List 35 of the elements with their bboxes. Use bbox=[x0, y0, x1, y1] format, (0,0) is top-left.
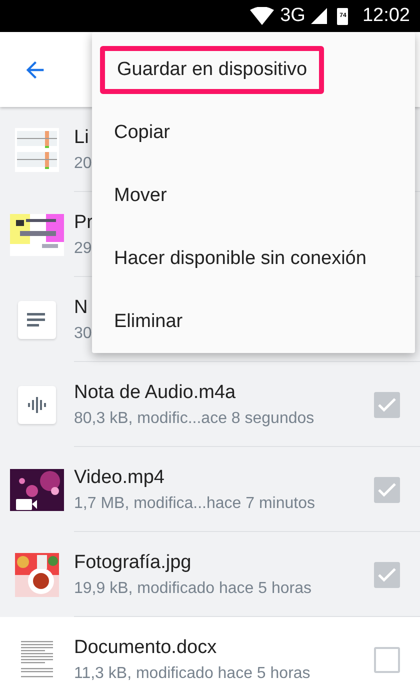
file-name: Pr bbox=[74, 212, 93, 234]
checkbox[interactable] bbox=[374, 646, 400, 672]
file-details: 29 bbox=[74, 240, 92, 258]
wifi-icon bbox=[250, 7, 274, 25]
file-details: 11,3 kB, modificado hace 5 horas bbox=[74, 664, 310, 682]
file-name: Video.mp4 bbox=[74, 466, 164, 488]
file-name: Fotografía.jpg bbox=[74, 552, 192, 574]
file-row[interactable]: Video.mp4 1,7 MB, modifica...hace 7 minutos bbox=[0, 447, 420, 532]
check-icon bbox=[378, 568, 396, 582]
file-row[interactable]: Nota de Audio.m4a 80,3 kB, modific...ace 8 segundos bbox=[0, 362, 420, 447]
file-name: Documento.docx bbox=[74, 636, 217, 658]
file-details: 19,9 kB, modificado hace 5 horas bbox=[74, 580, 312, 598]
checkbox[interactable] bbox=[374, 392, 400, 418]
signal-icon bbox=[311, 8, 328, 24]
menu-item[interactable]: Eliminar bbox=[100, 302, 197, 340]
checkbox[interactable] bbox=[374, 476, 400, 502]
file-name: Li bbox=[74, 126, 89, 148]
check-icon bbox=[378, 398, 396, 412]
file-name: N bbox=[74, 296, 88, 318]
file-row[interactable]: Fotografía.jpg 19,9 kB, modificado hace 5 horas bbox=[0, 532, 420, 617]
checkbox[interactable] bbox=[374, 562, 400, 588]
menu-item[interactable]: Copiar bbox=[100, 114, 184, 152]
clock: 12:02 bbox=[362, 5, 410, 27]
file-details: 80,3 kB, modific...ace 8 segundos bbox=[74, 410, 314, 428]
file-details: 30 bbox=[74, 324, 92, 342]
note-icon bbox=[18, 300, 56, 338]
file-name: Nota de Audio.m4a bbox=[74, 382, 236, 404]
file-details: 1,7 MB, modifica...hace 7 minutos bbox=[74, 494, 315, 512]
audio-waveform-icon bbox=[18, 386, 56, 424]
menu-item[interactable]: Hacer disponible sin conexión bbox=[100, 240, 380, 278]
menu-item[interactable]: Mover bbox=[100, 176, 181, 214]
file-details: 20 bbox=[74, 154, 92, 172]
check-icon bbox=[378, 482, 396, 496]
network-type: 3G bbox=[280, 5, 306, 27]
menu-item[interactable]: Guardar en dispositivo bbox=[100, 46, 324, 94]
